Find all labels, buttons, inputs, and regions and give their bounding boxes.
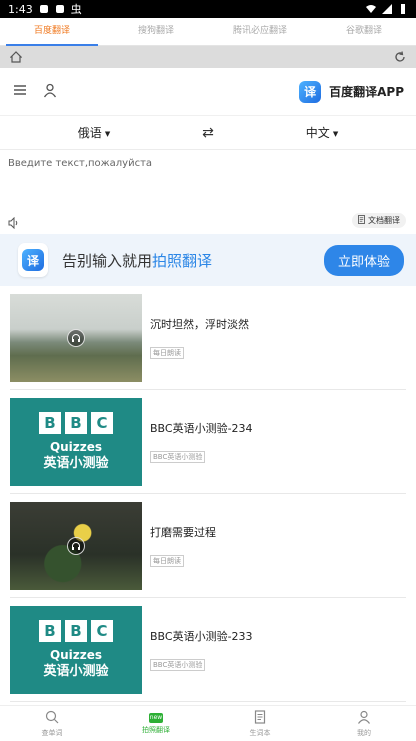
tab-baidu[interactable]: 百度翻译 — [0, 18, 104, 46]
notification-icon — [39, 4, 49, 14]
caret-down-icon: ▼ — [332, 129, 339, 138]
status-bar: 1:43 虫 — [0, 0, 416, 18]
item-title: 沉时坦然，浮时淡然 — [150, 318, 249, 331]
nav-label: 拍照翻译 — [142, 725, 170, 734]
nav-label: 生词本 — [249, 728, 271, 737]
bbc-quiz-thumbnail: BBC Quizzes 英语小测验 — [10, 397, 142, 486]
item-title: 打磨需要过程 — [150, 526, 216, 539]
list-item[interactable]: 打磨需要过程 每日朗读 — [10, 494, 406, 598]
target-language-label: 中文 — [305, 126, 330, 140]
bbc-cn-text: 英语小测验 — [43, 663, 109, 679]
translator-tabs: 百度翻译 搜狗翻译 腾讯必应翻译 谷歌翻译 — [0, 18, 416, 46]
item-tag: 每日朗读 — [150, 555, 184, 567]
browser-bar — [0, 46, 416, 68]
menu-icon[interactable] — [12, 82, 28, 102]
bottom-nav: 查单词 new 拍照翻译 生词本 我的 — [0, 705, 416, 741]
status-time: 1:43 — [8, 2, 33, 16]
document-icon — [358, 215, 365, 226]
nav-label: 我的 — [357, 728, 371, 737]
bbc-quiz-thumbnail: BBC Quizzes 英语小测验 — [10, 605, 142, 694]
bbc-letter: B — [65, 619, 87, 642]
nav-vocabulary[interactable]: 生词本 — [208, 706, 312, 741]
bbc-letter: C — [91, 411, 113, 434]
item-title: BBC英语小测验-233 — [150, 630, 253, 643]
language-bar: 俄语 ▼ ⇄ 中文 ▼ — [0, 116, 416, 150]
document-translate-label: 文档翻译 — [368, 216, 400, 225]
headphones-icon — [67, 328, 85, 347]
banner-text-highlight: 拍照翻译 — [152, 251, 213, 270]
baidu-translate-logo: 译 — [299, 80, 322, 103]
tab-google[interactable]: 谷歌翻译 — [312, 18, 416, 45]
home-icon[interactable] — [9, 48, 23, 67]
document-translate-button[interactable]: 文档翻译 — [352, 213, 406, 228]
bbc-cn-text: 英语小测验 — [43, 455, 109, 471]
signal-icon — [382, 4, 392, 14]
bbc-letter: B — [39, 411, 61, 434]
nav-lookup-word[interactable]: 查单词 — [0, 706, 104, 741]
user-icon — [357, 710, 371, 726]
camera-icon: new — [149, 712, 163, 723]
nav-photo-translate[interactable]: new 拍照翻译 — [104, 706, 208, 741]
battery-icon — [398, 4, 408, 14]
user-icon[interactable] — [42, 82, 58, 102]
bbc-letter: B — [39, 619, 61, 642]
list-item[interactable]: BBC Quizzes 英语小测验 BBC英语小测验-233 BBC英语小测验 — [10, 598, 406, 702]
translate-input[interactable]: Введите текст,пожалуйста 文档翻译 — [0, 150, 416, 232]
tab-sogou[interactable]: 搜狗翻译 — [104, 18, 208, 45]
headphones-icon — [67, 536, 85, 555]
item-tag: BBC英语小测验 — [150, 659, 206, 671]
speaker-icon[interactable] — [8, 214, 20, 230]
bbc-quizzes-text: Quizzes — [49, 647, 103, 662]
tab-tencent-bing[interactable]: 腾讯必应翻译 — [208, 18, 312, 45]
item-title: BBC英语小测验-234 — [150, 422, 253, 435]
feed-list: 沉时坦然，浮时淡然 每日朗读 BBC Quizzes 英语小测验 BBC英语小测… — [0, 286, 416, 702]
target-language-select[interactable]: 中文 ▼ — [228, 124, 416, 141]
bbc-letter: C — [91, 619, 113, 642]
photo-translate-banner[interactable]: 译 告别输入就用拍照翻译 立即体验 — [0, 234, 416, 286]
logo-char: 译 — [22, 249, 44, 271]
banner-text: 告别输入就用拍照翻译 — [62, 250, 324, 271]
app-download-link[interactable]: 译 百度翻译APP — [299, 80, 404, 103]
flower-thumbnail — [10, 501, 142, 590]
search-icon — [45, 710, 59, 726]
bbc-letter: B — [65, 411, 87, 434]
nav-label: 查单词 — [41, 728, 63, 737]
page-header: 译 百度翻译APP — [0, 68, 416, 116]
list-item[interactable]: BBC Quizzes 英语小测验 BBC英语小测验-234 BBC英语小测验 — [10, 390, 406, 494]
landscape-thumbnail — [10, 293, 142, 382]
refresh-icon[interactable] — [394, 48, 406, 67]
bbc-quizzes-text: Quizzes — [49, 439, 103, 454]
item-tag: BBC英语小测验 — [150, 451, 206, 463]
swap-language-button[interactable]: ⇄ — [188, 125, 228, 141]
source-language-select[interactable]: 俄语 ▼ — [0, 124, 188, 141]
source-language-label: 俄语 — [77, 126, 102, 140]
wifi-icon — [366, 4, 376, 14]
notebook-icon — [253, 709, 267, 726]
app-name: 百度翻译APP — [329, 85, 404, 99]
try-now-button[interactable]: 立即体验 — [323, 244, 404, 276]
input-placeholder: Введите текст,пожалуйста — [8, 158, 153, 169]
list-item[interactable]: 沉时坦然，浮时淡然 每日朗读 — [10, 286, 406, 390]
item-tag: 每日朗读 — [150, 347, 184, 359]
banner-text-prefix: 告别输入就用 — [62, 251, 153, 270]
nav-me[interactable]: 我的 — [312, 706, 416, 741]
caret-down-icon: ▼ — [104, 129, 111, 138]
notification-icon — [55, 4, 65, 14]
debug-icon: 虫 — [70, 3, 82, 16]
baidu-translate-logo: 译 — [18, 243, 48, 277]
